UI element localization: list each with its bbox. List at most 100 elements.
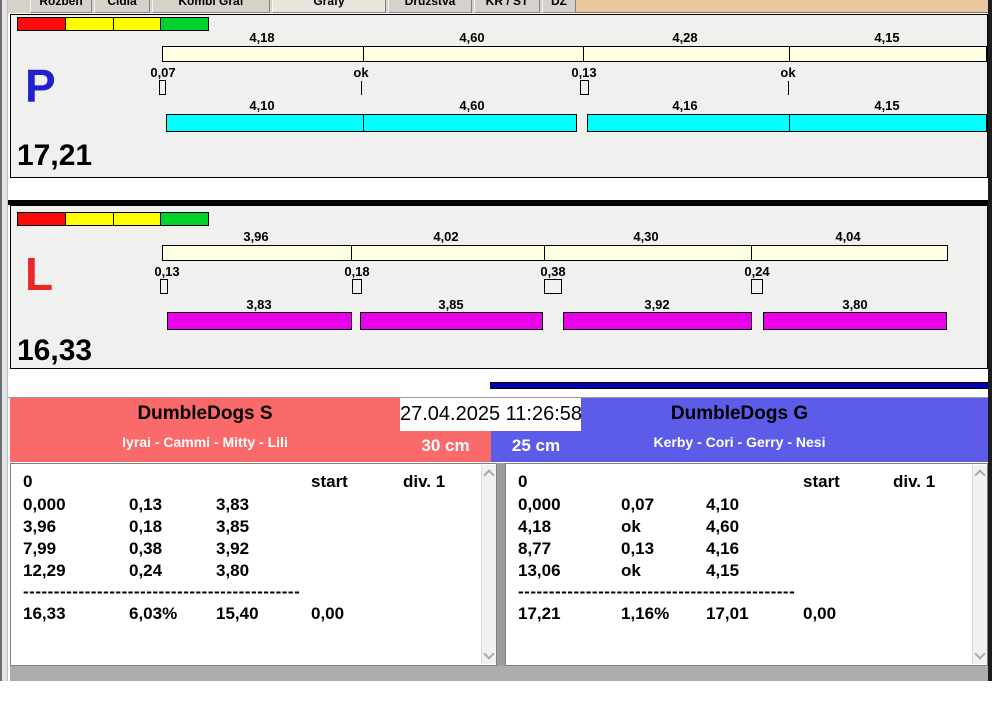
strip-red-segment [18,18,66,30]
l-dog-time-bar [563,312,752,330]
scroll-down-icon[interactable] [483,648,495,660]
p-top-value: 4,18 [249,30,275,45]
application-window: Rozběh Čidla Kombi Graf Grafy Družstva K… [0,0,995,716]
total-time: 17,21 [518,604,561,623]
right-team-results-list[interactable]: 0 start div. 1 0,000 0,07 4,10 4,18 ok 4… [505,463,988,666]
p-judge-time-bar [162,46,987,62]
bar-tick [751,246,752,260]
l-exchange-gap-marker [544,279,562,294]
table-dashed-divider: ----------------------------------------… [518,582,796,601]
total-percent: 1,16% [621,604,670,623]
cell: 0 [518,472,528,491]
p-exchange-value: ok [353,65,369,80]
strip-yellow-segment [66,213,114,225]
tab-rozbeh[interactable]: Rozběh [30,0,92,13]
p-exchange-ok-marker [361,81,362,95]
strip-green-segment [161,18,208,30]
p-dog-time: 4,60 [459,98,485,113]
cell: 4,15 [706,561,740,580]
lane-letter-l: L [25,248,54,300]
table-dashed-divider: ----------------------------------------… [23,582,301,601]
total-time: 16,33 [23,604,66,623]
tab-strip: Rozběh Čidla Kombi Graf Grafy Družstva K… [8,0,988,13]
p-top-value: 4,28 [672,30,698,45]
strip-yellow-segment [114,213,161,225]
bar-tick [351,246,352,260]
p-exchange-value: ok [780,65,796,80]
total-net: 15,40 [216,604,259,623]
scrollbar[interactable] [481,465,496,664]
cell: 12,29 [23,561,66,580]
p-top-value: 4,60 [459,30,485,45]
p-dog-time-bar [166,114,577,132]
p-total-time: 17,21 [17,139,93,172]
strip-red-segment [18,213,66,225]
l-dog-time: 3,83 [246,297,272,312]
p-dog-time: 4,10 [249,98,275,113]
tab-druzstva[interactable]: Družstva [388,0,472,13]
cell: 0,18 [129,517,163,536]
tab-cidla[interactable]: Čidla [94,0,150,13]
scroll-up-icon[interactable] [974,469,986,481]
cell: 0,000 [23,495,66,514]
tab-kombi-graf[interactable]: Kombi Graf [152,0,270,13]
cell: div. 1 [403,472,446,491]
cell: 0,13 [129,495,163,514]
graph-panel-left-lane: 3,96 4,02 4,30 4,04 0,13 0,18 0,38 0,24 … [10,205,988,369]
graph-panel-right-lane: 4,18 4,60 4,28 4,15 0,07 ok 0,13 ok 4,10… [10,14,988,178]
left-team-jump-height: 30 cm [421,436,470,455]
l-exchange-gap-marker [352,279,362,294]
cell: 3,80 [216,561,250,580]
total-penalty: 0,00 [311,604,345,623]
l-exchange-gap-marker [751,279,763,294]
tab-dz[interactable]: DZ [542,0,576,13]
cell: 3,83 [216,495,250,514]
p-exchange-gap-marker [159,80,166,95]
l-exchange-value: 0,24 [744,264,770,279]
window-right-border [988,0,992,681]
cell: 3,92 [216,539,250,558]
cell: 4,60 [706,517,740,536]
scroll-up-icon[interactable] [483,469,495,481]
left-team-results-list[interactable]: 0 start div. 1 0,000 0,13 3,83 3,96 0,18… [10,463,497,666]
scrollbar[interactable] [972,465,987,664]
tab-grafy[interactable]: Grafy [272,0,386,13]
bar-tick [789,115,790,131]
l-dog-time-bar [763,312,947,330]
scroll-down-icon[interactable] [974,648,986,660]
cell: ok [621,517,641,536]
bottom-status-strip [10,666,988,681]
l-exchange-gap-marker [160,279,168,294]
cell: start [311,472,348,491]
tab-kr-st[interactable]: KR / ST [474,0,540,13]
l-exchange-value: 0,18 [344,264,370,279]
bar-tick [363,47,364,61]
strip-green-segment [161,213,208,225]
bar-tick [544,246,545,260]
progress-line [490,382,988,389]
l-dog-time-bar [167,312,352,330]
cell: 4,18 [518,517,552,536]
window-left-border [0,0,8,681]
l-dog-time: 3,85 [438,297,464,312]
total-percent: 6,03% [129,604,178,623]
p-top-value: 4,15 [874,30,900,45]
total-net: 17,01 [706,604,749,623]
total-penalty: 0,00 [803,604,837,623]
table-gap [497,463,505,666]
p-exchange-value: 0,13 [571,65,597,80]
cell: div. 1 [893,472,936,491]
cell: 8,77 [518,539,552,558]
bar-tick [363,115,364,131]
p-dog-time-bar [587,114,987,132]
left-team-dogs: Iyrai - Cammi - Mitty - Lili [122,434,288,450]
bar-tick [789,47,790,61]
left-team-name: DumbleDogs S [137,403,273,424]
cell: 3,96 [23,517,57,536]
l-top-value: 3,96 [243,229,269,244]
p-dog-time: 4,16 [672,98,698,113]
cell: 13,06 [518,561,561,580]
l-top-value: 4,02 [433,229,459,244]
l-top-value: 4,30 [633,229,659,244]
cell: 0,07 [621,495,655,514]
